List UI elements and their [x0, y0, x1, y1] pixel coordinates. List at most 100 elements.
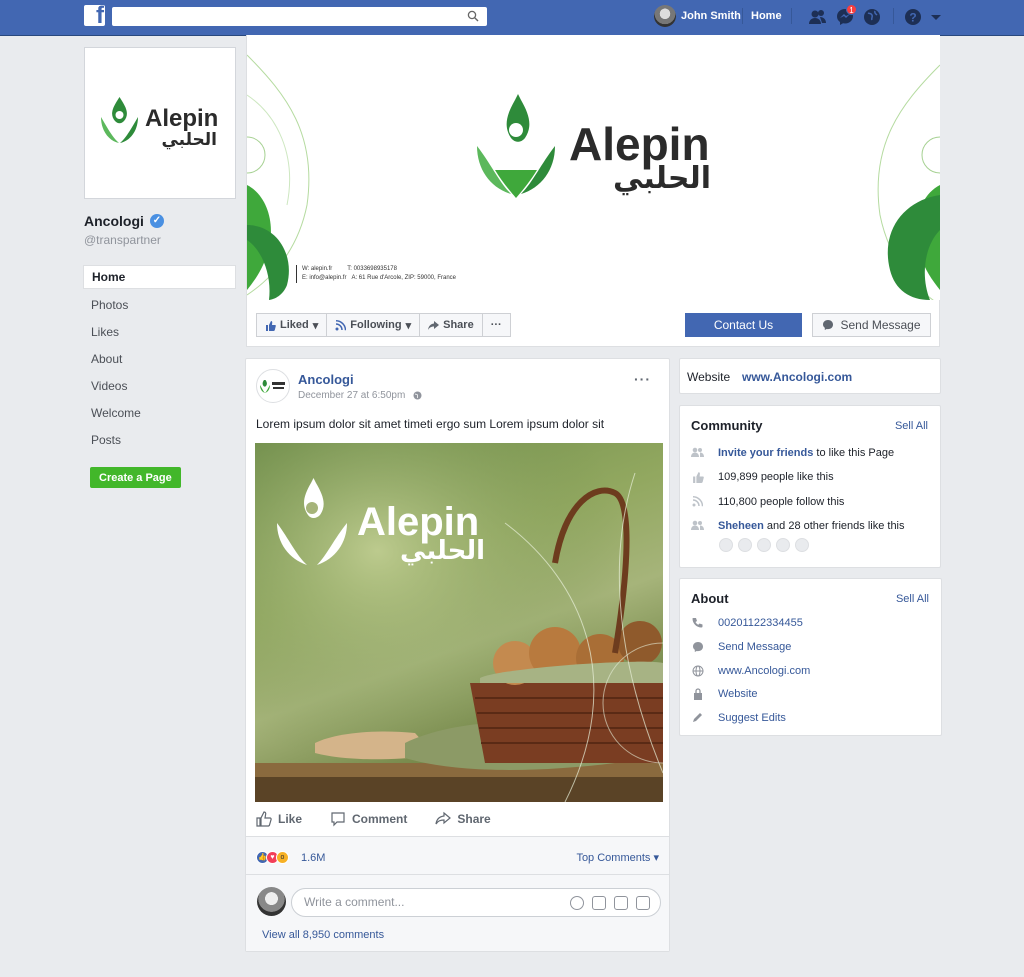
suggest-edits-link[interactable]: Suggest Edits — [718, 712, 786, 724]
avatar[interactable] — [719, 538, 733, 552]
community-invite-row: Invite your friends to like this Page — [691, 446, 894, 459]
friend-requests-icon[interactable] — [808, 7, 828, 27]
top-comments-dropdown[interactable]: Top Comments ▾ — [576, 851, 659, 864]
post-card: Ancologi December 27 at 6:50pm ··· Lorem… — [245, 358, 670, 952]
post-image-graphic: Alepin الحلبي — [255, 443, 663, 802]
contact-phone: T: 0033698935178 — [347, 266, 397, 272]
avatar[interactable] — [757, 538, 771, 552]
post-share-button[interactable]: Share — [435, 811, 491, 827]
following-button[interactable]: Following ▾ — [326, 313, 421, 337]
page-handle[interactable]: @transpartner — [84, 233, 236, 247]
page-name[interactable]: Ancologi ✓ — [84, 213, 236, 229]
cover-graphic: Alepin الحلبي — [247, 54, 940, 300]
send-message-button[interactable]: Send Message — [812, 313, 931, 337]
people-icon — [691, 519, 704, 532]
home-link[interactable]: Home — [751, 10, 782, 22]
post-author[interactable]: Ancologi — [298, 372, 354, 387]
post-image[interactable]: Alepin الحلبي — [255, 443, 663, 802]
comment-input[interactable]: Write a comment... — [291, 888, 661, 917]
avatar[interactable] — [795, 538, 809, 552]
avatar[interactable] — [776, 538, 790, 552]
nav-item-home[interactable]: Home — [83, 265, 236, 289]
search-input[interactable] — [112, 7, 487, 26]
community-card: Community Sell All Invite your friends t… — [679, 405, 941, 568]
about-see-all-link[interactable]: Sell All — [896, 593, 929, 605]
comment-button[interactable]: Comment — [330, 811, 407, 827]
facebook-logo-icon[interactable]: f — [84, 5, 105, 26]
contact-website: W: alepin.fr — [302, 266, 333, 272]
website-link[interactable]: www.Ancologi.com — [742, 370, 852, 384]
avatar — [654, 5, 676, 27]
alepin-logo: Alepin الحلبي — [101, 97, 218, 150]
reaction-count[interactable]: 1.6M — [301, 852, 325, 864]
comment-icon — [331, 812, 345, 827]
about-title: About — [691, 591, 729, 606]
thumbs-up-icon — [691, 470, 704, 483]
friend-avatars — [719, 538, 809, 552]
more-label: ··· — [490, 319, 502, 331]
contact-us-button[interactable]: Contact Us — [685, 313, 802, 337]
about-card: About Sell All 00201122334455 Send Messa… — [679, 578, 942, 736]
nav-item-welcome[interactable]: Welcome — [83, 400, 236, 427]
rss-icon — [691, 495, 704, 508]
share-button[interactable]: Share — [419, 313, 483, 337]
share-label: Share — [457, 812, 491, 826]
cover-contact-info: W: alepin.fr T: 0033698935178 E: info@al… — [296, 265, 456, 283]
website-url-link[interactable]: www.Ancologi.com — [718, 665, 810, 677]
caret-icon: ▾ — [312, 319, 319, 332]
create-page-button[interactable]: Create a Page — [90, 467, 181, 488]
about-phone-row: 00201122334455 — [691, 616, 803, 629]
invite-friends-link[interactable]: Invite your friends — [718, 447, 813, 459]
nav-item-photos[interactable]: Photos — [83, 292, 236, 319]
send-message-link[interactable]: Send Message — [718, 641, 791, 653]
nav-item-likes[interactable]: Likes — [83, 319, 236, 346]
help-icon[interactable]: ? — [903, 7, 923, 27]
user-name: John Smith — [681, 10, 741, 22]
send-message-label: Send Message — [840, 318, 921, 332]
like-button[interactable]: Like — [256, 811, 302, 827]
nav-item-posts[interactable]: Posts — [83, 427, 236, 454]
likes-count-text: 109,899 people like this — [718, 470, 834, 483]
notification-badge: 1 — [846, 4, 857, 15]
profile-picture[interactable]: Alepin الحلبي — [84, 47, 236, 199]
alepin-logo-small — [260, 380, 285, 393]
post-timestamp[interactable]: December 27 at 6:50pm — [298, 390, 422, 401]
website-card: Website www.Ancologi.com — [679, 358, 941, 394]
more-options-button[interactable]: ··· — [481, 313, 511, 337]
camera-icon[interactable] — [592, 896, 606, 910]
globe-icon[interactable] — [862, 7, 882, 27]
cover-photo[interactable]: Alepin الحلبي W: alepin.fr T: 0033698935… — [247, 35, 940, 300]
nav-item-about[interactable]: About — [83, 346, 236, 373]
sticker-icon[interactable] — [636, 896, 650, 910]
reaction-icons[interactable]: 👍 ♥ o — [256, 851, 289, 864]
people-icon — [691, 446, 704, 459]
caret-icon: ▾ — [405, 319, 412, 332]
avatar[interactable] — [738, 538, 752, 552]
nav-item-videos[interactable]: Videos — [83, 373, 236, 400]
chevron-down-icon[interactable] — [929, 7, 943, 27]
post-options-button[interactable]: ··· — [634, 371, 651, 387]
community-see-all-link[interactable]: Sell All — [895, 420, 928, 432]
view-all-comments-link[interactable]: View all 8,950 comments — [262, 929, 384, 941]
phone-link[interactable]: 00201122334455 — [718, 617, 803, 629]
friend-name-link[interactable]: Sheheen — [718, 520, 764, 532]
emoji-icon[interactable] — [570, 896, 584, 910]
liked-button[interactable]: Liked ▾ — [256, 313, 328, 337]
top-bar: f John Smith Home 1 ? — [0, 0, 1024, 36]
following-label: Following — [350, 319, 402, 331]
community-friends-row: Sheheen and 28 other friends like this — [691, 519, 905, 532]
website-label-link[interactable]: Website — [718, 688, 758, 700]
search-icon[interactable] — [467, 10, 479, 22]
divider — [791, 8, 792, 24]
share-arrow-icon — [428, 320, 440, 330]
public-globe-icon — [413, 391, 422, 400]
gif-icon[interactable] — [614, 896, 628, 910]
post-avatar[interactable] — [256, 369, 290, 403]
thumbs-up-icon — [266, 320, 276, 331]
comment-placeholder: Write a comment... — [304, 895, 405, 909]
phone-icon — [691, 616, 704, 629]
about-message-row: Send Message — [691, 640, 791, 653]
user-profile-link[interactable]: John Smith — [654, 5, 741, 27]
comment-label: Comment — [352, 812, 408, 826]
wow-reaction-icon: o — [276, 851, 289, 864]
